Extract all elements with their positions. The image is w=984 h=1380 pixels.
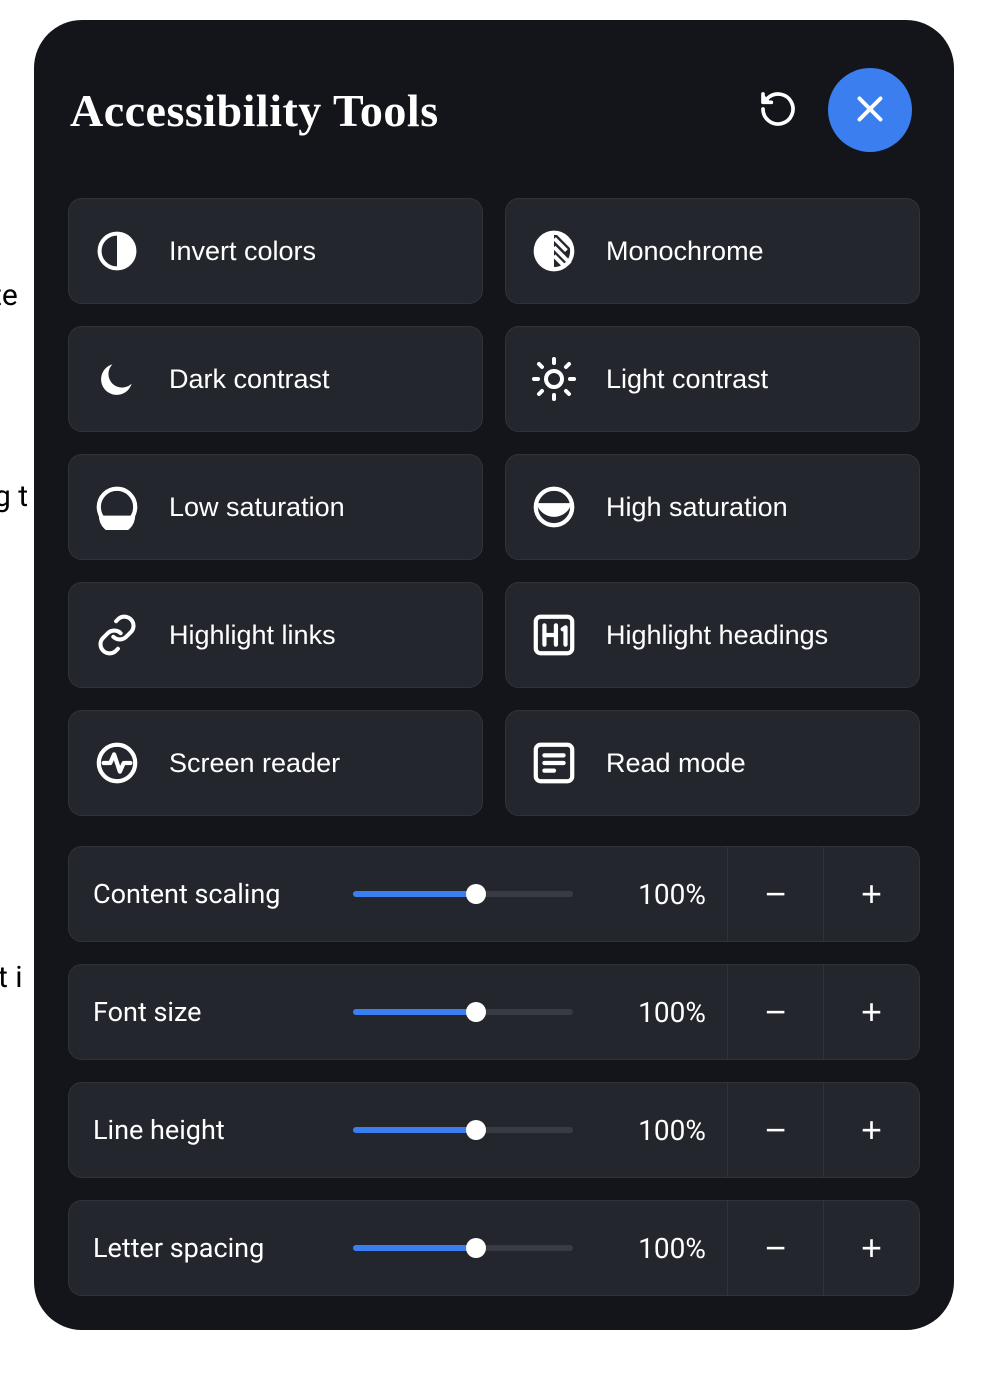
tool-invert-colors[interactable]: Invert colors [68,198,483,304]
panel-title: Accessibility Tools [70,84,439,137]
plus-icon: + [861,1227,882,1269]
increase-button[interactable]: + [823,1083,919,1177]
slider-value: 100% [617,1114,727,1147]
tool-label: Light contrast [606,364,768,395]
slider-content-scaling: Content scaling 100% − + [68,846,920,942]
low-saturation-icon [93,483,141,531]
plus-icon: + [861,873,882,915]
close-icon [852,91,888,130]
half-circle-icon [93,227,141,275]
slider-control[interactable] [353,1009,617,1015]
high-saturation-icon [530,483,578,531]
tool-monochrome[interactable]: Monochrome [505,198,920,304]
reset-icon [758,89,798,132]
stepper: − + [727,847,919,941]
decrease-button[interactable]: − [727,965,823,1059]
link-icon [93,611,141,659]
tool-high-saturation[interactable]: High saturation [505,454,920,560]
decrease-button[interactable]: − [727,847,823,941]
slider-letter-spacing: Letter spacing 100% − + [68,1200,920,1296]
stepper: − + [727,1083,919,1177]
slider-label: Content scaling [93,878,353,910]
slider-line-height: Line height 100% − + [68,1082,920,1178]
tool-label: Low saturation [169,492,345,523]
tool-read-mode[interactable]: Read mode [505,710,920,816]
tool-low-saturation[interactable]: Low saturation [68,454,483,560]
tool-label: Monochrome [606,236,764,267]
slider-label: Letter spacing [93,1232,353,1264]
tool-highlight-headings[interactable]: Highlight headings [505,582,920,688]
tool-label: Screen reader [169,748,340,779]
slider-control[interactable] [353,891,617,897]
accessibility-panel: Accessibility Tools [34,20,954,1330]
tool-screen-reader[interactable]: Screen reader [68,710,483,816]
increase-button[interactable]: + [823,965,919,1059]
tool-label: High saturation [606,492,788,523]
monochrome-icon [530,227,578,275]
stepper: − + [727,1201,919,1295]
increase-button[interactable]: + [823,847,919,941]
tool-dark-contrast[interactable]: Dark contrast [68,326,483,432]
tool-light-contrast[interactable]: Light contrast [505,326,920,432]
slider-value: 100% [617,878,727,911]
tool-label: Highlight headings [606,620,828,651]
plus-icon: + [861,991,882,1033]
read-mode-icon [530,739,578,787]
slider-control[interactable] [353,1245,617,1251]
moon-icon [93,355,141,403]
background-text: t i [0,960,23,995]
slider-label: Font size [93,996,353,1028]
background-text: te [0,278,18,313]
decrease-button[interactable]: − [727,1083,823,1177]
tools-grid: Invert colors Monochrome [68,198,920,816]
reset-button[interactable] [754,86,802,134]
minus-icon: − [765,991,786,1033]
decrease-button[interactable]: − [727,1201,823,1295]
minus-icon: − [765,873,786,915]
tool-highlight-links[interactable]: Highlight links [68,582,483,688]
minus-icon: − [765,1227,786,1269]
slider-value: 100% [617,996,727,1029]
slider-font-size: Font size 100% − + [68,964,920,1060]
tool-label: Highlight links [169,620,336,651]
slider-value: 100% [617,1232,727,1265]
tool-label: Invert colors [169,236,316,267]
background-text: g t [0,479,28,514]
tool-label: Read mode [606,748,746,779]
activity-icon [93,739,141,787]
stepper: − + [727,965,919,1059]
slider-label: Line height [93,1114,353,1146]
plus-icon: + [861,1109,882,1151]
header-actions [754,68,912,152]
panel-header: Accessibility Tools [68,68,920,152]
slider-control[interactable] [353,1127,617,1133]
h1-icon [530,611,578,659]
minus-icon: − [765,1109,786,1151]
sliders-section: Content scaling 100% − + Font size [68,846,920,1296]
close-button[interactable] [828,68,912,152]
increase-button[interactable]: + [823,1201,919,1295]
sun-icon [530,355,578,403]
tool-label: Dark contrast [169,364,330,395]
